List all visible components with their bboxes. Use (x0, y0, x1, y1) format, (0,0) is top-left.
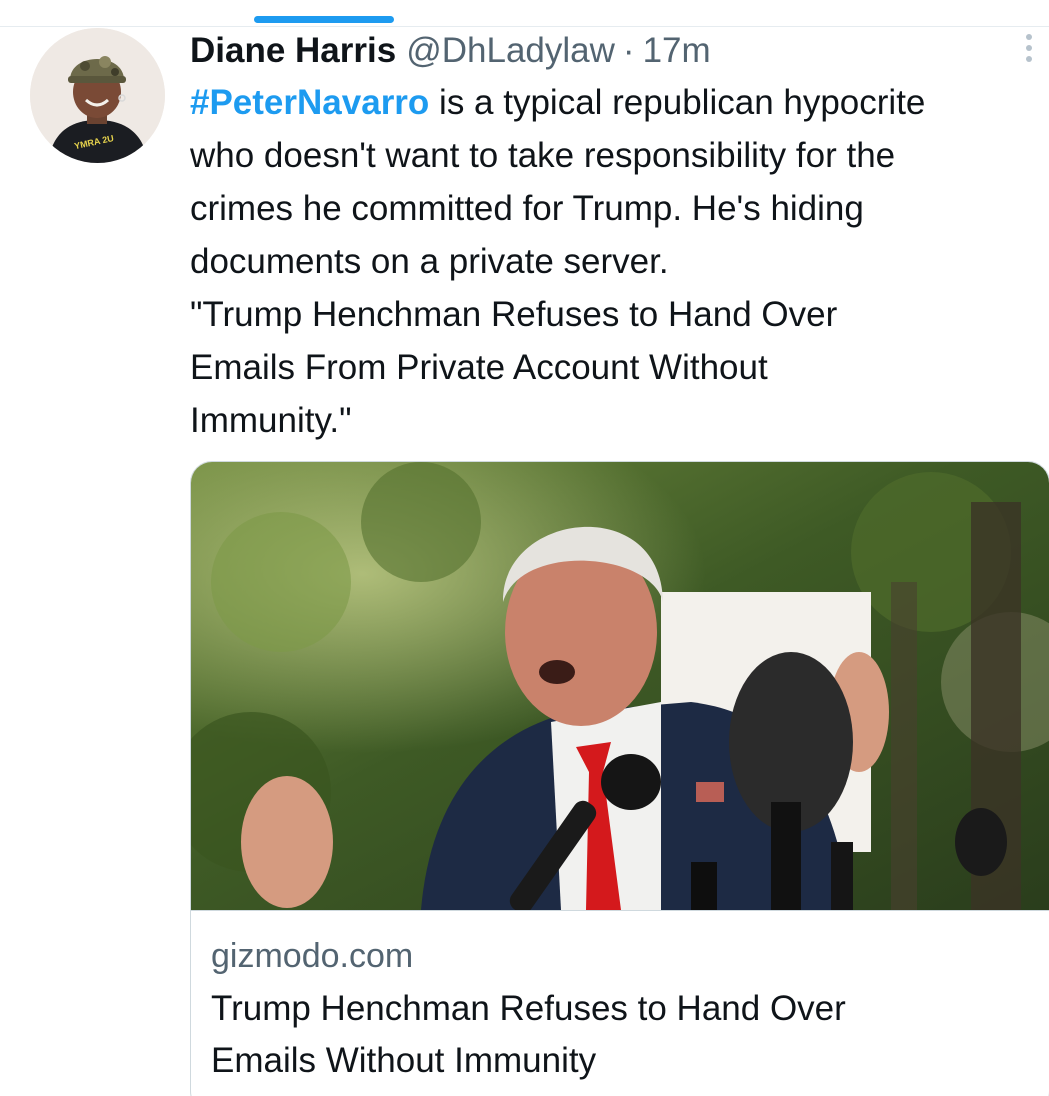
tweet-text: #PeterNavarro is a typical republican hy… (190, 76, 1048, 447)
tweet-text-line: crimes he committed for Trump. He's hidi… (190, 189, 864, 228)
tweet-header: Diane Harris @DhLadylaw · 17m (190, 28, 711, 74)
tweet-text-line: #PeterNavarro is a typical republican hy… (190, 76, 1048, 129)
tweet-text-segment: is a typical republican hypocrite (429, 83, 926, 122)
tweet-text-line: Immunity." (190, 401, 352, 440)
top-divider (0, 26, 1049, 27)
more-vertical-icon[interactable] (1014, 26, 1044, 70)
card-title-line: Trump Henchman Refuses to Hand Over (211, 989, 846, 1028)
author-handle[interactable]: @DhLadylaw (406, 31, 615, 71)
link-preview-card[interactable]: gizmodo.com Trump Henchman Refuses to Ha… (190, 461, 1049, 1096)
author-name[interactable]: Diane Harris (190, 31, 396, 71)
card-title-line: Emails Without Immunity (211, 1041, 597, 1080)
active-tab-indicator (254, 16, 394, 23)
card-image[interactable] (191, 462, 1049, 911)
tweet-text-line: who doesn't want to take responsibility … (190, 136, 896, 175)
tweet-text-line: "Trump Henchman Refuses to Hand Over (190, 295, 838, 334)
card-title: Trump Henchman Refuses to Hand Over Emai… (211, 983, 1031, 1087)
tweet-timestamp[interactable]: 17m (643, 31, 711, 71)
author-avatar[interactable]: YMRA 2U (30, 28, 165, 163)
tweet-text-line: documents on a private server. (190, 242, 669, 281)
tweet-text-line: Emails From Private Account Without (190, 348, 768, 387)
card-domain: gizmodo.com (211, 937, 414, 975)
separator-dot: · (622, 31, 635, 70)
tweet-view: YMRA 2U Diane Harris @DhLadylaw · 17m #P… (0, 0, 1049, 1096)
hashtag-link[interactable]: #PeterNavarro (190, 83, 429, 122)
